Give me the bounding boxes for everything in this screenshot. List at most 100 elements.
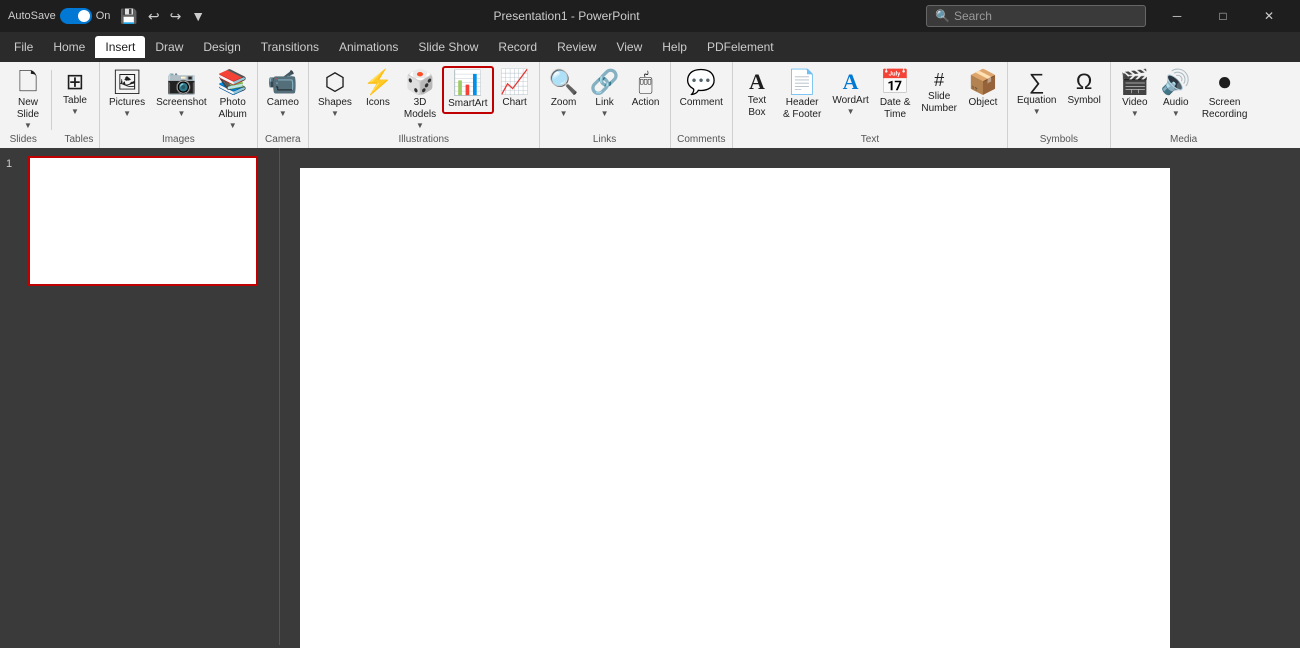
object-icon: 📦 (968, 71, 998, 95)
close-button[interactable]: ✕ (1246, 0, 1292, 32)
chart-button[interactable]: 📈 Chart (495, 66, 535, 112)
search-icon: 🔍 (935, 9, 950, 23)
video-icon: 🎬 (1120, 71, 1150, 95)
menu-insert[interactable]: Insert (95, 36, 145, 58)
screen-recording-icon: ⏺ (1219, 71, 1231, 95)
zoom-icon: 🔍 (549, 71, 579, 95)
slides-items: 🗋 NewSlide ▼ ⊞ Table ▼ (8, 66, 95, 134)
ribbon-group-symbols: ∑ Equation ▼ Ω Symbol Symbols (1008, 62, 1111, 148)
slide-number: 1 (6, 156, 22, 170)
autosave-label: AutoSave (8, 10, 56, 22)
audio-button[interactable]: 🔊 Audio ▼ (1156, 66, 1196, 121)
customize-icon[interactable]: ▼ (189, 6, 207, 26)
save-icon[interactable]: 💾 (118, 6, 139, 27)
symbol-button[interactable]: Ω Symbol (1062, 66, 1105, 110)
screenshot-button[interactable]: 📷 Screenshot ▼ (151, 66, 212, 121)
menu-animations[interactable]: Animations (329, 36, 408, 58)
shapes-button[interactable]: ⬡ Shapes ▼ (313, 66, 357, 121)
illustrations-group-label: Illustrations (313, 134, 535, 148)
toggle-knob (78, 10, 90, 22)
cameo-button[interactable]: 📹 Cameo ▼ (262, 66, 304, 121)
shapes-icon: ⬡ (324, 71, 345, 95)
menu-draw[interactable]: Draw (145, 36, 193, 58)
header-footer-button[interactable]: 📄 Header& Footer (778, 66, 826, 124)
search-bar[interactable]: 🔍 Search (926, 5, 1146, 27)
slide-thumbnail[interactable] (28, 156, 258, 286)
search-placeholder: Search (954, 9, 992, 23)
link-icon: 🔗 (590, 71, 620, 95)
table-button[interactable]: ⊞ Table ▼ (55, 66, 95, 119)
3d-models-button[interactable]: 🎲 3DModels ▼ (399, 66, 441, 133)
minimize-button[interactable]: ─ (1154, 0, 1200, 32)
ribbon: 🗋 NewSlide ▼ ⊞ Table ▼ Slides Tables (0, 62, 1300, 148)
video-button[interactable]: 🎬 Video ▼ (1115, 66, 1155, 121)
main-area: 1 (0, 148, 1300, 645)
new-slide-icon: 🗋 (18, 71, 37, 95)
slide-panel: 1 (0, 148, 280, 645)
images-items: 🖼 Pictures ▼ 📷 Screenshot ▼ 📚 PhotoAlbum… (104, 66, 253, 134)
maximize-button[interactable]: □ (1200, 0, 1246, 32)
equation-button[interactable]: ∑ Equation ▼ (1012, 66, 1061, 119)
autosave-state: On (96, 10, 111, 22)
ribbon-group-media: 🎬 Video ▼ 🔊 Audio ▼ ⏺ ScreenRecording Me… (1111, 62, 1257, 148)
links-group-label: Links (544, 134, 666, 148)
symbols-group-label: Symbols (1012, 134, 1106, 148)
date-time-icon: 📅 (880, 71, 910, 95)
pictures-icon: 🖼 (112, 71, 142, 95)
date-time-button[interactable]: 📅 Date &Time (875, 66, 916, 124)
audio-icon: 🔊 (1161, 71, 1191, 95)
text-group-label: Text (737, 134, 1003, 148)
table-icon: ⊞ (66, 71, 84, 93)
slide-canvas[interactable] (300, 168, 1170, 648)
redo-icon[interactable]: ↪ (168, 6, 184, 27)
zoom-button[interactable]: 🔍 Zoom ▼ (544, 66, 584, 121)
ribbon-group-text: A TextBox 📄 Header& Footer A WordArt ▼ 📅… (733, 62, 1008, 148)
chart-icon: 📈 (500, 71, 530, 95)
images-group-label: Images (104, 134, 253, 148)
autosave-toggle[interactable] (60, 8, 92, 24)
menu-record[interactable]: Record (488, 36, 547, 58)
menu-pdfelement[interactable]: PDFelement (697, 36, 784, 58)
screenshot-icon: 📷 (166, 71, 196, 95)
comment-icon: 💬 (686, 71, 716, 95)
ribbon-group-slides: 🗋 NewSlide ▼ ⊞ Table ▼ Slides Tables (4, 62, 100, 148)
symbol-icon: Ω (1076, 71, 1092, 93)
link-button[interactable]: 🔗 Link ▼ (585, 66, 625, 121)
canvas-area[interactable] (280, 148, 1300, 645)
smartart-button[interactable]: 📊 SmartArt (442, 66, 493, 114)
menu-transitions[interactable]: Transitions (251, 36, 329, 58)
icons-icon: ⚡ (363, 71, 393, 95)
menu-design[interactable]: Design (193, 36, 250, 58)
ribbon-group-camera: 📹 Cameo ▼ Camera (258, 62, 309, 148)
menu-home[interactable]: Home (43, 36, 95, 58)
action-icon: 🖱 (638, 71, 652, 95)
text-box-button[interactable]: A TextBox (737, 66, 777, 122)
new-slide-button[interactable]: 🗋 NewSlide ▼ (8, 66, 48, 133)
menu-view[interactable]: View (606, 36, 652, 58)
slide-thumbnail-wrap: 1 (6, 156, 273, 286)
pictures-button[interactable]: 🖼 Pictures ▼ (104, 66, 150, 121)
new-slide-dropdown: ▼ (24, 121, 32, 130)
ribbon-group-images: 🖼 Pictures ▼ 📷 Screenshot ▼ 📚 PhotoAlbum… (100, 62, 258, 148)
menu-review[interactable]: Review (547, 36, 606, 58)
slide-number-button[interactable]: # SlideNumber (916, 66, 962, 118)
wordart-button[interactable]: A WordArt ▼ (827, 66, 874, 119)
icons-button[interactable]: ⚡ Icons (358, 66, 398, 112)
title-bar: AutoSave On 💾 ↩ ↪ ▼ Presentation1 - Powe… (0, 0, 1300, 32)
cameo-icon: 📹 (268, 71, 298, 95)
comments-items: 💬 Comment (675, 66, 728, 134)
screen-recording-button[interactable]: ⏺ ScreenRecording (1197, 66, 1253, 124)
action-button[interactable]: 🖱 Action (626, 66, 666, 112)
menu-slideshow[interactable]: Slide Show (408, 36, 488, 58)
undo-icon[interactable]: ↩ (146, 6, 162, 27)
photo-album-button[interactable]: 📚 PhotoAlbum ▼ (213, 66, 253, 133)
object-button[interactable]: 📦 Object (963, 66, 1003, 112)
menu-file[interactable]: File (4, 36, 43, 58)
table-dropdown: ▼ (71, 107, 79, 116)
title-icons: 💾 ↩ ↪ ▼ (118, 6, 207, 27)
camera-group-label: Camera (262, 134, 304, 148)
menu-help[interactable]: Help (652, 36, 697, 58)
equation-icon: ∑ (1029, 71, 1045, 93)
media-items: 🎬 Video ▼ 🔊 Audio ▼ ⏺ ScreenRecording (1115, 66, 1253, 134)
comment-button[interactable]: 💬 Comment (675, 66, 728, 112)
